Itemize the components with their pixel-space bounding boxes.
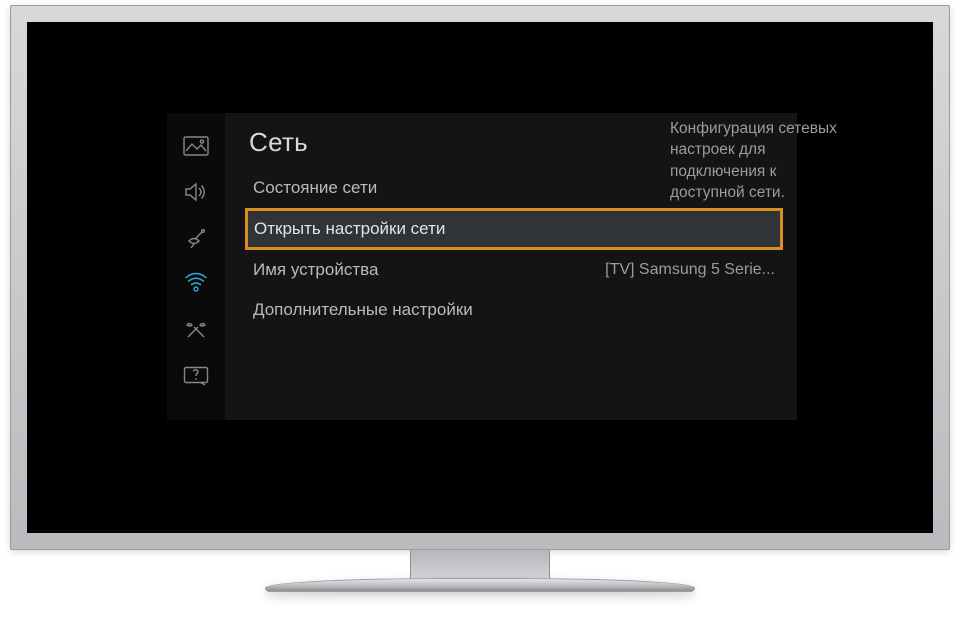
sidebar-item-network[interactable] [181, 275, 211, 297]
tv-unit: Сеть Состояние сети Открыть настройки се… [10, 5, 950, 592]
speaker-icon [183, 182, 209, 207]
menu-item-additional-settings[interactable]: Дополнительные настройки [249, 290, 779, 330]
description-text: Конфигурация сетевых настроек для подклю… [670, 118, 838, 204]
menu-item-value: [TV] Samsung 5 Serie... [605, 261, 775, 279]
support-icon [183, 366, 209, 391]
picture-icon [183, 136, 209, 161]
menu-item-open-network-settings[interactable]: Открыть настройки сети [245, 208, 783, 250]
settings-sidebar [167, 113, 225, 420]
tv-frame: Сеть Состояние сети Открыть настройки се… [10, 5, 950, 550]
tv-stand-base [265, 578, 695, 592]
menu-item-device-name[interactable]: Имя устройства [TV] Samsung 5 Serie... [249, 250, 779, 290]
menu-item-label: Состояние сети [253, 178, 377, 198]
network-icon [183, 272, 209, 301]
menu-item-label: Дополнительные настройки [253, 300, 473, 320]
description-panel: Конфигурация сетевых настроек для подклю… [670, 118, 838, 204]
sidebar-item-support[interactable] [181, 367, 211, 389]
sidebar-item-picture[interactable] [181, 137, 211, 159]
sidebar-item-broadcast[interactable] [181, 229, 211, 251]
menu-item-label: Имя устройства [253, 260, 378, 280]
menu-item-label: Открыть настройки сети [254, 219, 445, 239]
satellite-icon [183, 227, 209, 254]
tv-stand-neck [410, 550, 550, 578]
tools-icon [184, 319, 208, 346]
sidebar-item-system[interactable] [181, 321, 211, 343]
sidebar-item-sound[interactable] [181, 183, 211, 205]
tv-screen: Сеть Состояние сети Открыть настройки се… [27, 22, 933, 533]
